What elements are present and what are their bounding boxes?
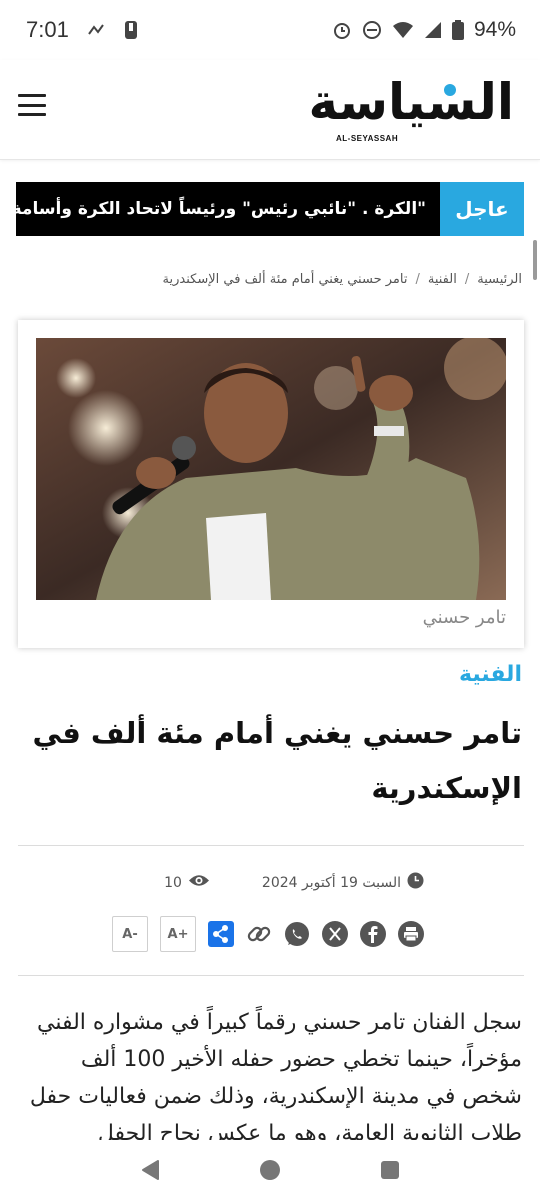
phone-alert-icon xyxy=(123,19,139,41)
do-not-disturb-icon xyxy=(362,20,382,40)
wifi-icon xyxy=(392,21,414,39)
x-twitter-icon[interactable] xyxy=(322,921,348,947)
breadcrumb-separator: / xyxy=(415,272,420,287)
date-text: السبت 19 أكتوبر 2024 xyxy=(261,874,401,891)
nfc-icon xyxy=(87,22,105,38)
clock-icon xyxy=(407,872,424,893)
divider xyxy=(18,975,524,976)
copy-link-icon[interactable] xyxy=(246,921,272,947)
breadcrumb-current: تامر حسني يغني أمام مئة ألف في الإسكندري… xyxy=(162,272,408,287)
scrollbar-thumb[interactable] xyxy=(533,240,537,280)
article-date: السبت 19 أكتوبر 2024 xyxy=(262,872,424,893)
hamburger-icon[interactable] xyxy=(18,94,46,116)
logo-english: AL-SEYASSAH xyxy=(336,134,399,143)
breadcrumb: الرئيسية / الفنية / تامر حسني يغني أمام … xyxy=(163,272,522,287)
breaking-news-ticker[interactable]: "الكرة . "نائبي رئيس" ورئيساً لاتحاد الك… xyxy=(16,182,524,236)
signal-icon xyxy=(424,21,442,39)
featured-image-card: تامر حسني xyxy=(18,320,524,648)
breadcrumb-section[interactable]: الفنية xyxy=(428,272,457,287)
article-category[interactable]: الفنية xyxy=(459,662,522,687)
divider xyxy=(18,845,524,846)
share-toolbar: A- A+ xyxy=(112,916,424,952)
featured-image[interactable] xyxy=(36,338,506,600)
article-meta: السبت 19 أكتوبر 2024 10 xyxy=(164,872,424,893)
recents-icon[interactable] xyxy=(370,1150,410,1190)
print-icon[interactable] xyxy=(398,921,424,947)
article-title: تامر حسني يغني أمام مئة ألف في الإسكندري… xyxy=(32,716,523,805)
alarm-icon xyxy=(332,20,352,40)
views-count: 10 xyxy=(164,874,182,891)
breaking-label: عاجل xyxy=(440,182,524,236)
back-icon[interactable] xyxy=(130,1150,170,1190)
status-time: 7:01 xyxy=(26,17,69,42)
font-decrease-button[interactable]: A- xyxy=(112,916,148,952)
article-body: سجل الفنان تامر حسني رقماً كبيراً في مشو… xyxy=(29,1010,522,1146)
battery-icon xyxy=(451,20,464,40)
breadcrumb-separator: / xyxy=(464,272,470,287)
breadcrumb-home[interactable]: الرئيسية xyxy=(477,272,522,287)
image-caption: تامر حسني xyxy=(422,607,506,628)
ticker-text[interactable]: "الكرة . "نائبي رئيس" ورئيساً لاتحاد الك… xyxy=(16,182,440,236)
navigation-bar xyxy=(0,1140,540,1200)
battery-percentage: 94% xyxy=(473,18,516,41)
site-logo[interactable]: السياسة AL-SEYASSAH xyxy=(308,73,515,146)
status-bar: 7:01 94% xyxy=(0,0,540,60)
eye-icon xyxy=(188,873,210,892)
logo-arabic: السياسة xyxy=(308,73,515,131)
font-increase-button[interactable]: A+ xyxy=(160,916,196,952)
facebook-icon[interactable] xyxy=(360,921,386,947)
whatsapp-icon[interactable] xyxy=(284,921,310,947)
share-icon[interactable] xyxy=(208,921,234,947)
home-icon[interactable] xyxy=(250,1150,290,1190)
logo-dot xyxy=(444,84,456,96)
article-views: 10 xyxy=(164,873,210,892)
site-header: السياسة AL-SEYASSAH xyxy=(0,60,540,160)
